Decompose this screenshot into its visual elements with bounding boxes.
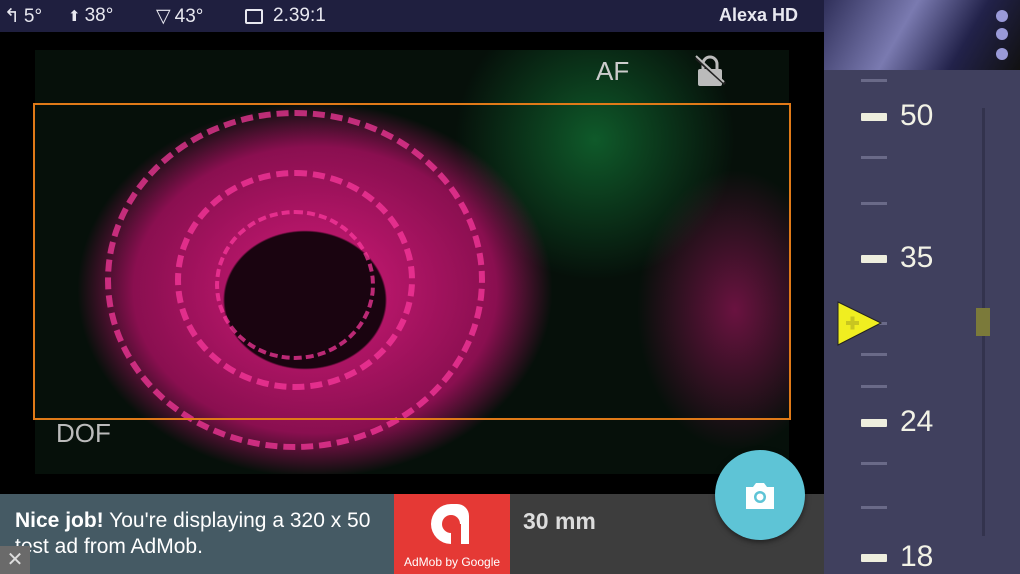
major-tick	[861, 554, 887, 562]
minor-tick	[861, 79, 887, 82]
zoom-pointer-icon[interactable]	[836, 300, 884, 348]
af-label[interactable]: AF	[596, 56, 629, 87]
zoom-slider-thumb[interactable]	[976, 308, 990, 336]
tilt-icon: ↰	[4, 6, 20, 27]
scale-label: 35	[900, 241, 934, 274]
menu-dot[interactable]	[996, 10, 1008, 22]
menu-dot[interactable]	[996, 48, 1008, 60]
aspect-readout: 2.39:1	[245, 5, 326, 27]
minor-tick	[861, 462, 887, 465]
lock-icon[interactable]	[694, 54, 726, 88]
minor-tick	[861, 156, 887, 159]
minor-tick	[861, 506, 887, 509]
minor-tick	[861, 353, 887, 356]
pitch-arrow-icon: ⬆	[68, 8, 81, 25]
zoom-panel	[824, 0, 1020, 574]
frame-guide	[33, 103, 791, 420]
camera-icon	[746, 483, 774, 509]
scale-label: 24	[900, 405, 934, 438]
scale-label: 18	[900, 540, 934, 573]
fov-icon: ▽	[156, 6, 171, 27]
menu-dot[interactable]	[996, 28, 1008, 40]
aspect-ratio-icon	[245, 8, 263, 24]
camera-model[interactable]: Alexa HD	[719, 5, 798, 26]
minor-tick	[861, 202, 887, 205]
admob-logo[interactable]: AdMob by Google	[394, 494, 510, 574]
major-tick	[861, 255, 887, 263]
major-tick	[861, 419, 887, 427]
scale-label: 50	[900, 99, 934, 132]
status-bar: ↰ 5° ⬆ 38° ▽ 43° 2.39:1 Alexa HD	[0, 0, 824, 32]
ad-close-button[interactable]: ✕	[0, 546, 30, 574]
tilt-readout: ↰ 5°	[4, 5, 43, 28]
admob-logo-icon	[431, 504, 469, 544]
minor-tick	[861, 385, 887, 388]
major-tick	[861, 113, 887, 121]
camera-thumbnail[interactable]	[824, 0, 1020, 70]
capture-button[interactable]	[715, 450, 805, 540]
pitch-readout: ⬆ 38°	[68, 5, 114, 26]
ad-banner[interactable]: Nice job! You're displaying a 320 x 50 t…	[0, 494, 394, 574]
dof-label[interactable]: DOF	[56, 418, 111, 449]
fov-readout: ▽ 43°	[156, 5, 204, 28]
